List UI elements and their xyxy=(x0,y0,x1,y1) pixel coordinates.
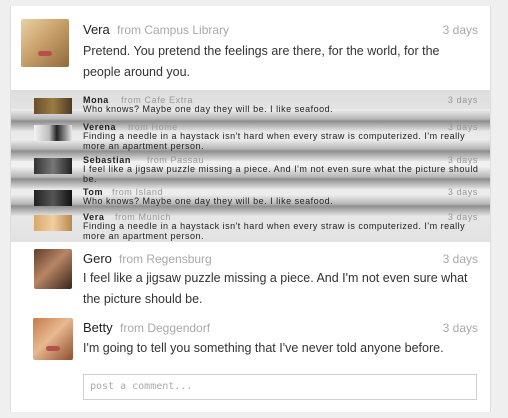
avatar[interactable] xyxy=(34,249,72,289)
post-text: I'm going to tell you something that I'v… xyxy=(83,341,444,355)
post-time: 3 days xyxy=(442,321,478,335)
post-time: 3 days xyxy=(442,23,478,37)
post-location: from Deggendorf xyxy=(120,321,211,335)
post-author[interactable]: Gero xyxy=(83,251,112,266)
avatar[interactable] xyxy=(34,158,72,174)
avatar[interactable] xyxy=(34,125,72,141)
post-text: Pretend. You pretend the feelings are th… xyxy=(83,44,440,79)
post-author[interactable]: Betty xyxy=(83,320,113,335)
post-author[interactable]: Vera xyxy=(83,22,110,37)
post-text: Finding a needle in a haystack isn't har… xyxy=(83,221,466,241)
list-item: Sebastian from Passau 3 days I feel like… xyxy=(11,153,490,184)
avatar[interactable] xyxy=(34,98,72,114)
avatar[interactable] xyxy=(33,318,73,360)
compressed-posts: Mona from Cafe Extra 3 days Who knows? M… xyxy=(11,90,490,242)
post-location: from Regensburg xyxy=(119,252,212,266)
post-text: Who knows? Maybe one day they will be. I… xyxy=(83,196,334,206)
post-text: Who knows? Maybe one day they will be. I… xyxy=(83,104,334,114)
avatar[interactable] xyxy=(34,190,72,206)
post-text: I feel like a jigsaw puzzle missing a pi… xyxy=(83,271,468,306)
avatar[interactable] xyxy=(34,215,72,231)
post-location: from Campus Library xyxy=(117,23,230,37)
avatar[interactable] xyxy=(21,19,69,67)
post-time: 3 days xyxy=(442,252,478,266)
comment-input[interactable]: post a comment... xyxy=(83,374,477,400)
feed-card: Vera from Campus Library 3 days Pretend.… xyxy=(10,6,491,412)
list-item: Verena from Home 3 days Finding a needle… xyxy=(11,120,490,151)
post-text: Finding a needle in a haystack isn't har… xyxy=(83,131,466,151)
list-item: Vera from Munich 3 days Finding a needle… xyxy=(11,210,490,241)
post-text: I feel like a jigsaw puzzle missing a pi… xyxy=(83,164,479,184)
list-item: Mona from Cafe Extra 3 days Who knows? M… xyxy=(11,93,490,123)
